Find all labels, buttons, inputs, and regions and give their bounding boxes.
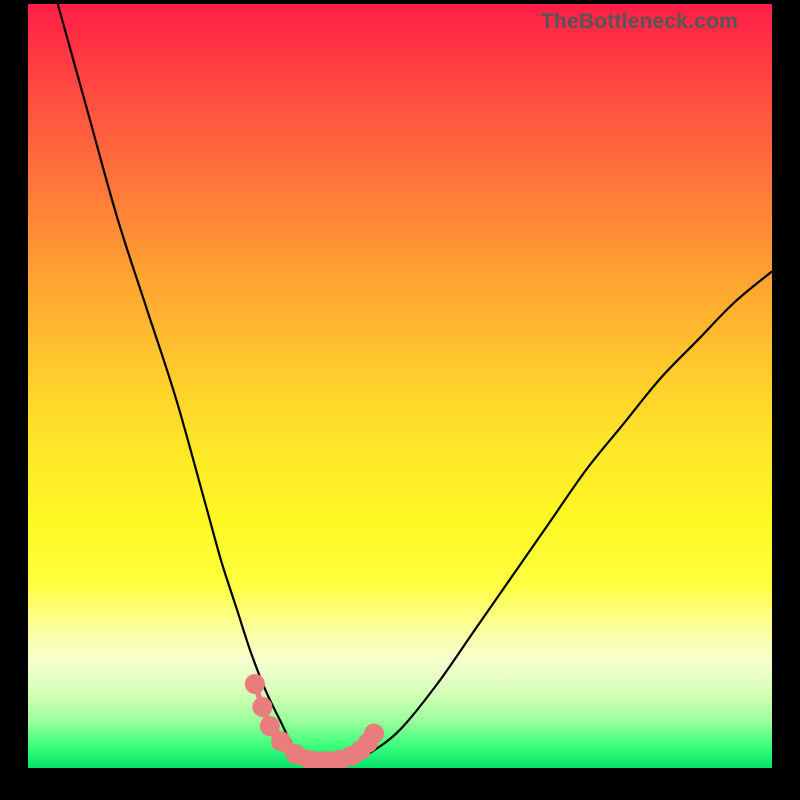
chart-frame: TheBottleneck.com — [0, 0, 800, 800]
plot-area: TheBottleneck.com — [28, 4, 772, 768]
curve-svg — [28, 4, 772, 768]
bottleneck-curve — [58, 4, 772, 762]
